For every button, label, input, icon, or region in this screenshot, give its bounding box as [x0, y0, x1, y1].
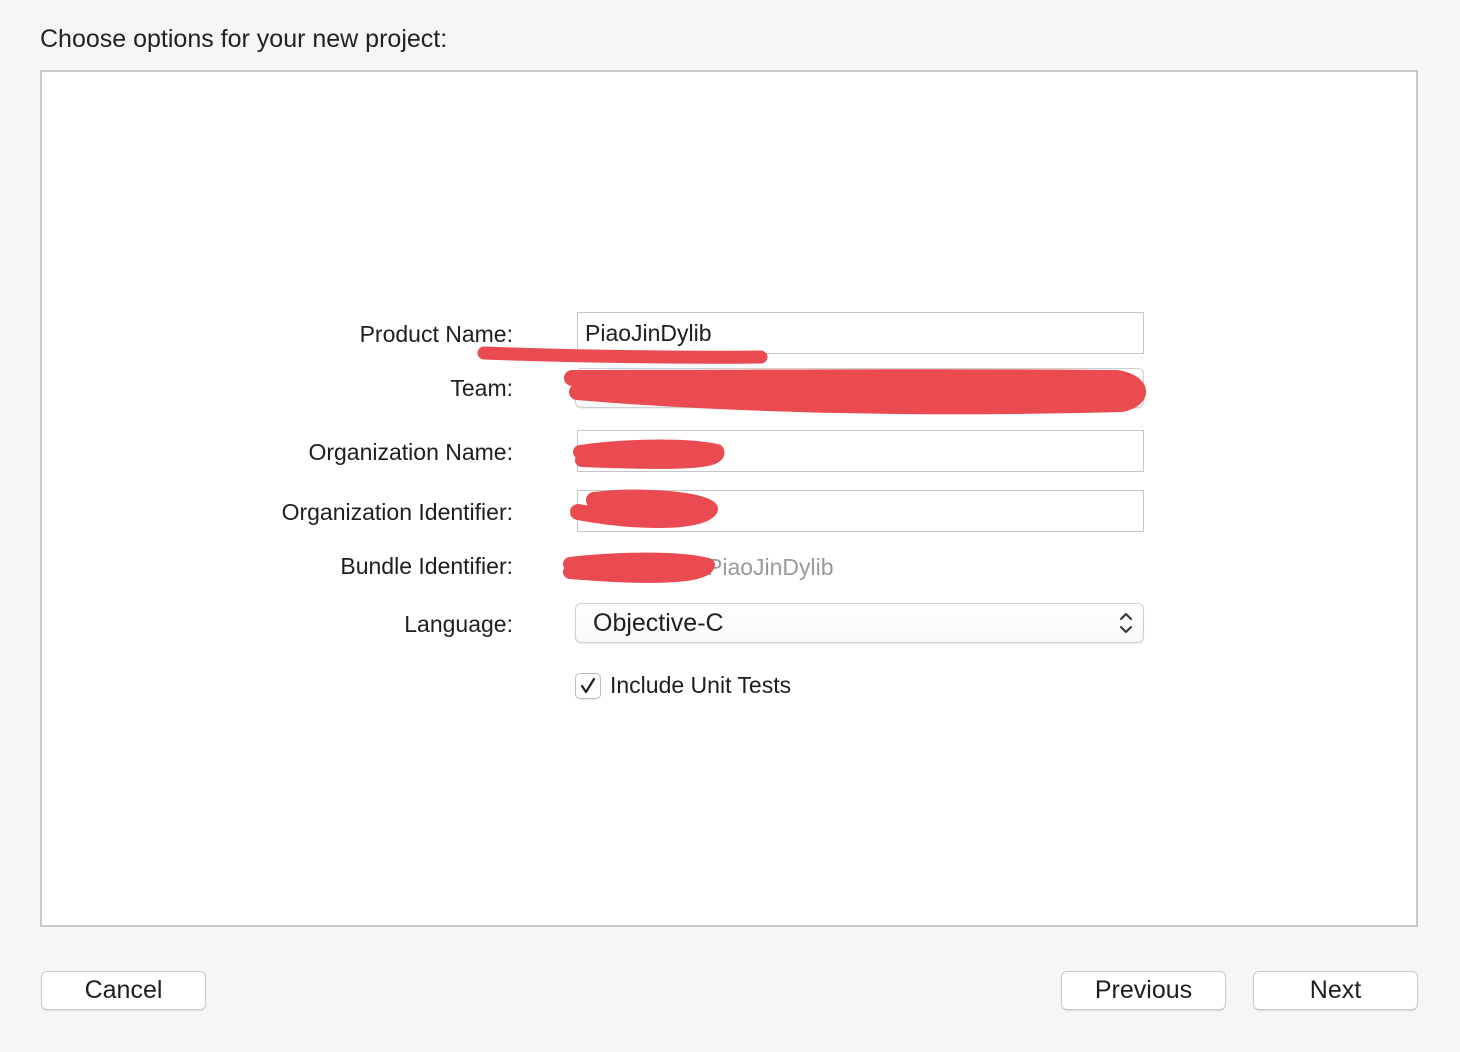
product-name-field[interactable] — [577, 312, 1144, 354]
team-label: Team: — [450, 375, 513, 401]
bundle-identifier-value: PiaoJinDylib — [707, 554, 834, 580]
product-name-label: Product Name: — [359, 321, 513, 347]
next-button[interactable]: Next — [1253, 971, 1418, 1010]
checkmark-icon — [580, 677, 596, 694]
options-panel: Product Name: Team: Organization Name: O… — [40, 70, 1418, 927]
cancel-button[interactable]: Cancel — [41, 971, 206, 1010]
chevron-up-down-icon — [1120, 378, 1132, 398]
include-unit-tests-checkbox[interactable] — [575, 673, 601, 699]
chevron-up-down-icon — [1120, 613, 1132, 633]
language-popup[interactable]: Objective-C — [575, 603, 1144, 643]
bundle-identifier-label: Bundle Identifier: — [340, 553, 513, 579]
language-popup-value: Objective-C — [593, 609, 724, 637]
organization-identifier-label: Organization Identifier: — [281, 499, 513, 525]
team-popup[interactable] — [575, 368, 1144, 408]
organization-name-field[interactable] — [577, 430, 1144, 472]
organization-identifier-field[interactable] — [577, 490, 1144, 532]
organization-name-label: Organization Name: — [308, 439, 513, 465]
include-unit-tests-label[interactable]: Include Unit Tests — [610, 670, 791, 700]
language-label: Language: — [404, 611, 513, 637]
previous-button[interactable]: Previous — [1061, 971, 1226, 1010]
redaction-scribble-bundle-identifier — [563, 552, 715, 583]
page-title: Choose options for your new project: — [40, 25, 448, 53]
